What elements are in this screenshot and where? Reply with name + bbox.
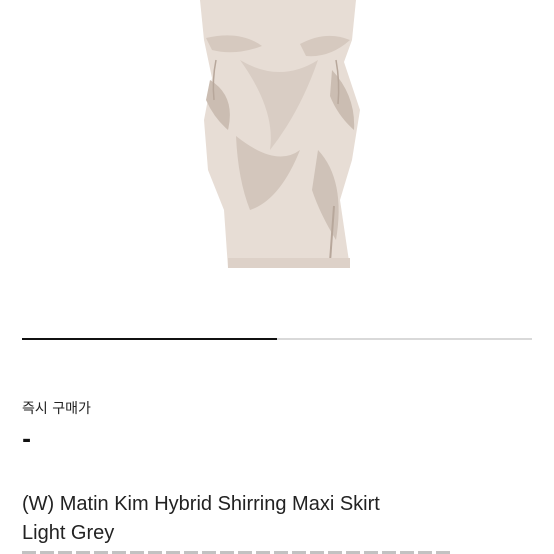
product-title: (W) Matin Kim Hybrid Shirring Maxi Skirt… xyxy=(22,490,522,548)
instant-buy-price-label: 즉시 구매가 xyxy=(22,401,91,417)
instant-buy-price-value: - xyxy=(22,428,32,453)
carousel-progress-track xyxy=(22,338,532,340)
skirt-photo xyxy=(200,0,360,268)
product-title-line-1: (W) Matin Kim Hybrid Shirring Maxi Skirt xyxy=(22,493,380,515)
hem-shadow xyxy=(228,258,350,268)
carousel-progress-fill xyxy=(22,338,277,340)
product-title-line-2: Light Grey xyxy=(22,522,115,544)
product-image-area[interactable] xyxy=(0,0,554,364)
